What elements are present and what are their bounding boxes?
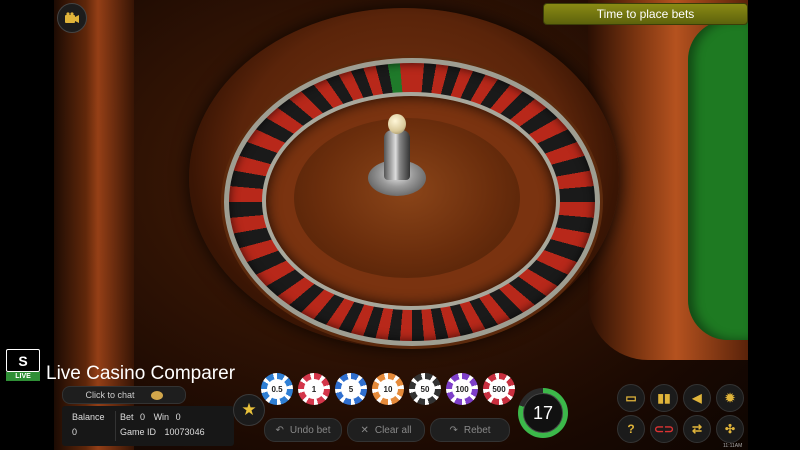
monitor-icon: ▭ — [625, 391, 637, 405]
speaker-icon: ◀ — [692, 391, 702, 405]
racetrack-button[interactable]: ⊂⊃ — [650, 415, 678, 443]
wheel-turret — [384, 130, 410, 180]
camera-icon — [65, 12, 79, 23]
undo-icon: ↶ — [275, 424, 284, 436]
table-felt — [688, 20, 748, 340]
rebet-label: Rebet — [463, 424, 491, 436]
bet-label: Bet — [120, 412, 134, 422]
star-icon: ★ — [241, 400, 257, 419]
fullscreen-icon: ✣ — [724, 422, 736, 436]
account-info-panel: Balance 0 Bet 0 Win 0 Game ID 10073046 — [62, 406, 234, 446]
settings-button[interactable]: ✹ — [716, 384, 744, 412]
chip-2[interactable]: 5 — [335, 373, 367, 405]
undo-bet-label: Undo bet — [289, 424, 331, 436]
chat-bubble-icon — [150, 390, 163, 400]
chat-label: Click to chat — [85, 390, 135, 400]
clear-all-button[interactable]: ✕ Clear all — [347, 418, 425, 442]
brand-name: Live Casino Comparer — [46, 363, 236, 384]
display-button[interactable]: ▭ — [617, 384, 645, 412]
right-letterbox — [748, 0, 800, 450]
racetrack-icon: ⊂⊃ — [653, 422, 675, 436]
balance-value: 0 — [72, 427, 78, 437]
chip-value: 1 — [304, 379, 324, 399]
win-label: Win — [153, 412, 170, 422]
win-value: 0 — [175, 412, 181, 422]
chip-6[interactable]: 500 — [483, 373, 515, 405]
chip-0[interactable]: 0.5 — [261, 373, 293, 405]
brand-logo-mark: S — [6, 349, 40, 372]
game-id-value: 10073046 — [164, 427, 205, 437]
chip-value: 100 — [452, 379, 472, 399]
chip-value: 5 — [341, 379, 361, 399]
rebet-icon: ↷ — [449, 424, 458, 436]
chip-1[interactable]: 1 — [298, 373, 330, 405]
question-icon: ? — [627, 422, 635, 436]
favourite-bets-button[interactable]: ★ — [233, 394, 265, 426]
chip-3[interactable]: 10 — [372, 373, 404, 405]
brand-logo-live-badge: LIVE — [6, 372, 40, 381]
betting-timer: 17 — [518, 388, 568, 438]
fullscreen-button[interactable]: ✣ — [716, 415, 744, 443]
chip-value: 50 — [415, 379, 435, 399]
bet-value: 0 — [140, 412, 146, 422]
gear-icon: ✹ — [724, 391, 736, 405]
chip-value: 10 — [378, 379, 398, 399]
brand-logo: S LIVE — [6, 349, 40, 381]
game-status-banner: Time to place bets — [543, 3, 748, 25]
roulette-ball — [388, 114, 406, 134]
sound-button[interactable]: ◀ — [683, 384, 711, 412]
help-button[interactable]: ? — [617, 415, 645, 443]
undo-bet-button[interactable]: ↶ Undo bet — [264, 418, 342, 442]
camera-button[interactable] — [57, 3, 87, 33]
chip-value: 500 — [489, 379, 509, 399]
game-id-label: Game ID — [120, 427, 157, 437]
balance-label: Balance — [72, 412, 105, 422]
bar-chart-icon: ▮▮ — [657, 391, 671, 405]
rebet-button[interactable]: ↷ Rebet — [430, 418, 510, 442]
chip-4[interactable]: 50 — [409, 373, 441, 405]
clock: 11:11AM — [723, 443, 743, 449]
swap-icon: ⇄ — [691, 422, 703, 436]
chip-value: 0.5 — [267, 379, 287, 399]
chat-button[interactable]: Click to chat — [62, 386, 186, 404]
chip-5[interactable]: 100 — [446, 373, 478, 405]
clear-all-label: Clear all — [374, 424, 412, 436]
info-divider — [115, 411, 116, 441]
close-icon: ✕ — [360, 424, 369, 436]
timer-value: 17 — [523, 393, 563, 433]
statistics-button[interactable]: ▮▮ — [650, 384, 678, 412]
swap-view-button[interactable]: ⇄ — [683, 415, 711, 443]
